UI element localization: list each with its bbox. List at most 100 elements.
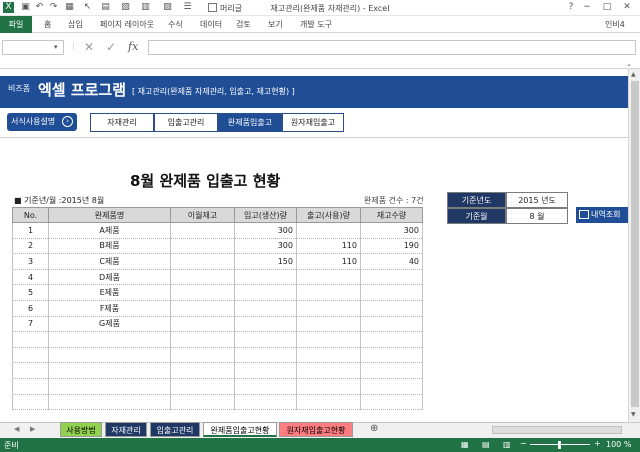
enter-icon[interactable]: ✓ — [106, 40, 116, 54]
table-cell[interactable] — [296, 269, 361, 286]
detail-search-button[interactable]: 내역조회 — [576, 207, 628, 223]
table-cell[interactable]: 4 — [12, 269, 49, 286]
cancel-icon[interactable]: ✕ — [84, 40, 94, 54]
table-cell[interactable] — [48, 394, 171, 411]
sheet-tab-usage[interactable]: 사용방법 — [60, 422, 102, 437]
table-cell[interactable] — [360, 284, 423, 301]
table-cell[interactable]: 7 — [12, 316, 49, 333]
table-row[interactable]: 7 G제품 — [12, 316, 423, 333]
format-icon[interactable]: ▧ — [120, 2, 131, 13]
table-cell[interactable]: 300 — [360, 222, 423, 239]
tab-formulas[interactable]: 수식 — [168, 19, 183, 30]
list-icon[interactable]: ☰ — [182, 2, 193, 13]
tab-data[interactable]: 데이터 — [200, 19, 222, 30]
table-cell[interactable] — [296, 362, 361, 379]
table-cell[interactable]: E제품 — [48, 284, 171, 301]
table-cell[interactable] — [234, 394, 297, 411]
base-year-value[interactable]: 2015 년도 — [506, 192, 568, 208]
table-cell[interactable]: 300 — [234, 222, 297, 239]
table-row[interactable]: 6 F제품 — [12, 300, 423, 317]
save-icon[interactable]: ▣ — [20, 2, 31, 13]
table-cell[interactable] — [296, 222, 361, 239]
table-cell[interactable] — [170, 316, 235, 333]
table-cell[interactable] — [170, 347, 235, 364]
scroll-thumb[interactable] — [631, 81, 639, 407]
tab-view[interactable]: 보기 — [268, 19, 283, 30]
table-cell[interactable] — [234, 347, 297, 364]
table-cell[interactable] — [296, 378, 361, 395]
table-row[interactable]: 3 C제품 150 110 40 — [12, 253, 423, 270]
table-cell[interactable] — [234, 378, 297, 395]
table-row[interactable] — [12, 378, 423, 395]
table-cell[interactable] — [360, 378, 423, 395]
table-cell[interactable] — [170, 300, 235, 317]
table-cell[interactable]: 6 — [12, 300, 49, 317]
user-name[interactable]: 인비4 — [605, 19, 625, 30]
table-cell[interactable]: A제품 — [48, 222, 171, 239]
table-row[interactable] — [12, 394, 423, 411]
nav-inout-management[interactable]: 입출고관리 — [154, 113, 218, 132]
table-cell[interactable] — [360, 316, 423, 333]
pointer-icon[interactable]: ↖ — [82, 2, 93, 13]
tab-developer[interactable]: 개발 도구 — [300, 19, 332, 30]
formula-input[interactable] — [148, 40, 636, 55]
insert-icon[interactable]: ▥ — [140, 2, 151, 13]
tab-scroll-left-icon[interactable]: ◀ — [14, 425, 19, 433]
page-break-view-icon[interactable]: ▥ — [503, 440, 511, 449]
zoom-slider-thumb[interactable] — [558, 441, 561, 449]
horizontal-scrollbar[interactable] — [492, 426, 622, 434]
name-box-dropdown-icon[interactable]: ▾ — [54, 43, 58, 51]
table-cell[interactable] — [170, 284, 235, 301]
table-cell[interactable]: 110 — [296, 253, 361, 270]
sheet-tab-inout[interactable]: 입출고관리 — [150, 422, 200, 437]
grid-icon[interactable]: ▤ — [100, 2, 111, 13]
table-cell[interactable] — [48, 378, 171, 395]
sheet-tab-raw-inout[interactable]: 원자재입출고현황 — [279, 422, 353, 437]
table-row[interactable] — [12, 362, 423, 379]
table-cell[interactable]: C제품 — [48, 253, 171, 270]
table-row[interactable]: 1 A제품 300 300 — [12, 222, 423, 239]
vertical-scrollbar[interactable]: ▲ ▼ — [628, 69, 640, 422]
sheet-icon[interactable]: ▨ — [162, 2, 173, 13]
table-cell[interactable] — [296, 316, 361, 333]
table-cell[interactable]: D제품 — [48, 269, 171, 286]
tab-review[interactable]: 검토 — [236, 19, 251, 30]
table-cell[interactable] — [234, 284, 297, 301]
table-cell[interactable] — [170, 269, 235, 286]
chevron-right-icon[interactable]: › — [62, 116, 73, 127]
table-cell[interactable] — [234, 300, 297, 317]
table-cell[interactable] — [360, 269, 423, 286]
table-cell[interactable] — [170, 378, 235, 395]
minimize-button[interactable]: − — [578, 1, 596, 14]
table-cell[interactable]: 40 — [360, 253, 423, 270]
table-row[interactable]: 4 D제품 — [12, 269, 423, 286]
table-cell[interactable]: 190 — [360, 238, 423, 255]
table-cell[interactable] — [12, 347, 49, 364]
table-cell[interactable]: 5 — [12, 284, 49, 301]
table-cell[interactable]: G제품 — [48, 316, 171, 333]
sheet-tab-product-inout[interactable]: 완제품입출고현황 — [203, 422, 277, 437]
table-cell[interactable] — [360, 362, 423, 379]
sheet-tab-material[interactable]: 자재관리 — [105, 422, 147, 437]
table-cell[interactable]: B제품 — [48, 238, 171, 255]
zoom-in-icon[interactable]: + — [594, 439, 601, 448]
close-button[interactable]: ✕ — [618, 1, 636, 14]
table-cell[interactable] — [12, 331, 49, 348]
table-row[interactable] — [12, 331, 423, 348]
table-cell[interactable] — [170, 238, 235, 255]
table-cell[interactable] — [234, 331, 297, 348]
table-cell[interactable] — [234, 316, 297, 333]
tab-home[interactable]: 홈 — [44, 19, 51, 30]
insert-function-button[interactable]: fx — [128, 40, 138, 53]
scroll-down-icon[interactable]: ▼ — [631, 411, 636, 418]
table-cell[interactable]: F제품 — [48, 300, 171, 317]
tab-scroll-right-icon[interactable]: ▶ — [30, 425, 35, 433]
formula-expand-icon[interactable]: ⌄ — [626, 60, 632, 68]
table-cell[interactable]: 300 — [234, 238, 297, 255]
table-cell[interactable] — [48, 347, 171, 364]
base-month-value[interactable]: 8 월 — [506, 208, 568, 224]
table-row[interactable]: 2 B제품 300 110 190 — [12, 238, 423, 255]
nav-raw-material-inout[interactable]: 원자재입출고 — [282, 113, 344, 132]
zoom-level[interactable]: 100 % — [606, 440, 631, 449]
nav-product-inout[interactable]: 완제품입출고 — [218, 113, 282, 132]
